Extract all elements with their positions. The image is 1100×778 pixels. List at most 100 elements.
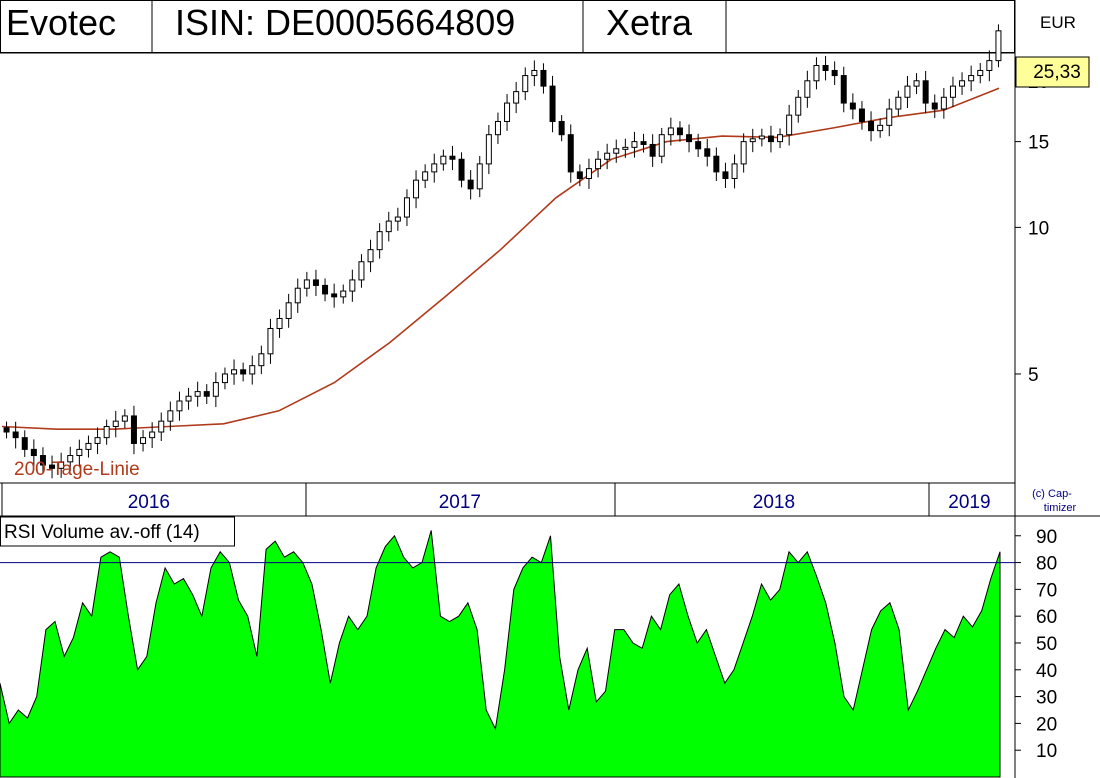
price-tick-label: 15 bbox=[1028, 133, 1049, 154]
candle bbox=[822, 64, 829, 71]
rsi-axis: 10 20 30 40 50 60 70 80 90 bbox=[1015, 527, 1057, 762]
stock-name: Evotec bbox=[6, 2, 116, 43]
candle bbox=[103, 426, 110, 439]
candle bbox=[21, 437, 28, 450]
rsi-tick-label: 70 bbox=[1036, 580, 1057, 601]
candle bbox=[767, 135, 774, 143]
candle bbox=[585, 168, 592, 179]
candle bbox=[713, 155, 720, 173]
candle bbox=[485, 134, 492, 165]
candle bbox=[658, 134, 665, 157]
candle bbox=[940, 96, 947, 110]
price-tick-label: 5 bbox=[1028, 365, 1039, 386]
candle bbox=[112, 420, 119, 428]
time-axis: 2016 2017 2018 2019 bbox=[1, 483, 991, 516]
candle bbox=[777, 134, 784, 143]
candle bbox=[449, 155, 456, 160]
candle bbox=[576, 171, 583, 179]
candle bbox=[695, 141, 702, 150]
price-axis: 5101520 bbox=[1015, 72, 1049, 386]
candle bbox=[904, 85, 911, 98]
candle bbox=[895, 96, 902, 110]
candle bbox=[494, 120, 501, 136]
year-label: 2017 bbox=[439, 492, 481, 513]
candle bbox=[385, 220, 392, 233]
candle bbox=[831, 69, 838, 77]
year-label: 2018 bbox=[753, 492, 795, 513]
candle bbox=[513, 91, 520, 104]
candle bbox=[440, 155, 447, 165]
candle bbox=[76, 448, 83, 457]
candle bbox=[913, 80, 920, 87]
candle bbox=[458, 158, 465, 181]
candle bbox=[567, 134, 574, 173]
candle bbox=[840, 75, 847, 104]
candle bbox=[212, 382, 219, 397]
rsi-panel bbox=[0, 530, 1015, 778]
candle bbox=[722, 171, 729, 179]
credit-line-1: (c) Cap- bbox=[1032, 488, 1072, 500]
candle bbox=[340, 290, 347, 298]
candle bbox=[276, 317, 283, 329]
rsi-title: RSI Volume av.-off (14) bbox=[4, 522, 200, 543]
candle bbox=[959, 80, 966, 87]
candle bbox=[786, 114, 793, 136]
candle bbox=[358, 261, 365, 281]
candle bbox=[540, 69, 547, 87]
rsi-title-box: RSI Volume av.-off (14) bbox=[0, 516, 235, 547]
last-price-badge: 25,33 bbox=[1015, 56, 1090, 88]
rsi-tick-label: 30 bbox=[1036, 688, 1057, 709]
candle bbox=[795, 96, 802, 116]
candle bbox=[758, 135, 765, 140]
candle bbox=[704, 148, 711, 157]
candle bbox=[676, 127, 683, 136]
candle bbox=[968, 75, 975, 82]
candle bbox=[149, 431, 156, 439]
candle bbox=[267, 327, 274, 355]
candle bbox=[558, 120, 565, 136]
candle bbox=[640, 141, 647, 145]
currency-label: EUR bbox=[1040, 13, 1076, 32]
candle bbox=[949, 85, 956, 98]
candle bbox=[622, 146, 629, 150]
rsi-tick-label: 20 bbox=[1036, 714, 1057, 735]
ma-label: 200-Tage-Linie bbox=[14, 459, 140, 480]
candle bbox=[467, 179, 474, 190]
rsi-tick-label: 40 bbox=[1036, 661, 1057, 682]
moving-average bbox=[1, 87, 1000, 430]
candle bbox=[94, 437, 101, 444]
candle bbox=[531, 69, 538, 77]
candle bbox=[403, 197, 410, 218]
candle bbox=[922, 80, 929, 104]
candle bbox=[549, 85, 556, 122]
candle bbox=[813, 64, 820, 82]
candle bbox=[977, 69, 984, 77]
candle bbox=[649, 143, 656, 157]
candle bbox=[986, 60, 993, 71]
candle bbox=[686, 134, 693, 143]
rsi-tick-label: 80 bbox=[1036, 554, 1057, 575]
rsi-tick-label: 60 bbox=[1036, 607, 1057, 628]
candle bbox=[312, 279, 319, 286]
candle bbox=[167, 410, 174, 422]
candle bbox=[158, 420, 165, 433]
candle bbox=[367, 249, 374, 263]
candle bbox=[322, 284, 329, 295]
rsi-tick-label: 90 bbox=[1036, 527, 1057, 548]
candle bbox=[249, 365, 256, 375]
candle bbox=[394, 216, 401, 222]
candle bbox=[3, 427, 10, 433]
candle bbox=[140, 437, 147, 444]
candle bbox=[85, 442, 92, 450]
candle bbox=[431, 163, 438, 173]
candle bbox=[931, 102, 938, 110]
candle bbox=[667, 127, 674, 136]
candle bbox=[613, 148, 620, 154]
candle bbox=[30, 448, 37, 457]
candle bbox=[476, 163, 483, 190]
candle bbox=[176, 400, 183, 412]
candle bbox=[240, 369, 247, 375]
candle bbox=[740, 141, 747, 165]
candle bbox=[194, 391, 201, 397]
candle bbox=[203, 391, 210, 397]
